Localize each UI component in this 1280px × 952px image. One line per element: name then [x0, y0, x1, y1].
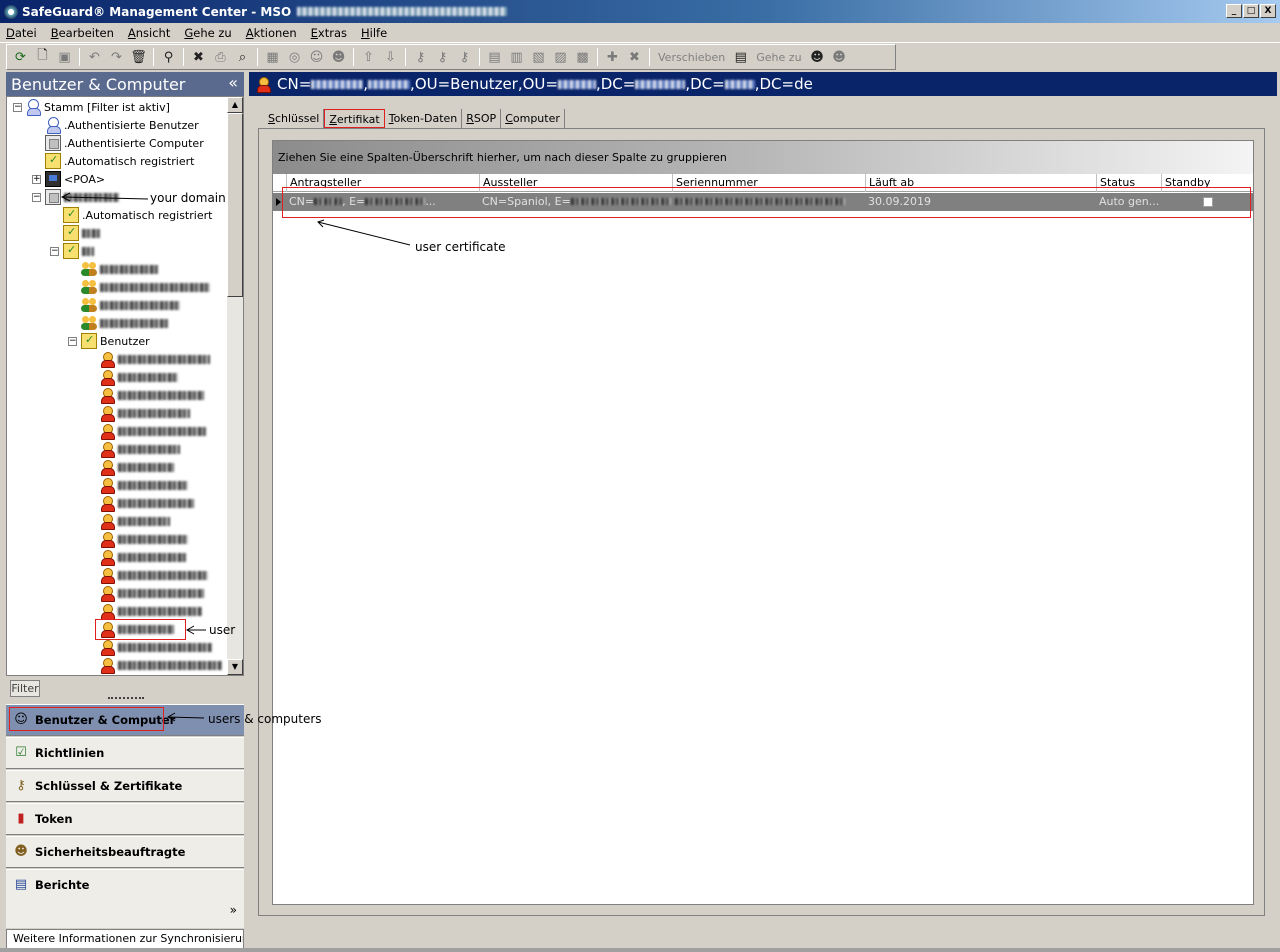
annotation-user: user [209, 623, 236, 637]
annotation-user-certificate: user certificate [415, 240, 506, 254]
annotation-users-computers: users & computers [208, 712, 322, 726]
window-bottom-edge [0, 948, 1280, 952]
annotation-your-domain: your domain [150, 191, 226, 205]
annotation-arrows [60, 192, 411, 722]
